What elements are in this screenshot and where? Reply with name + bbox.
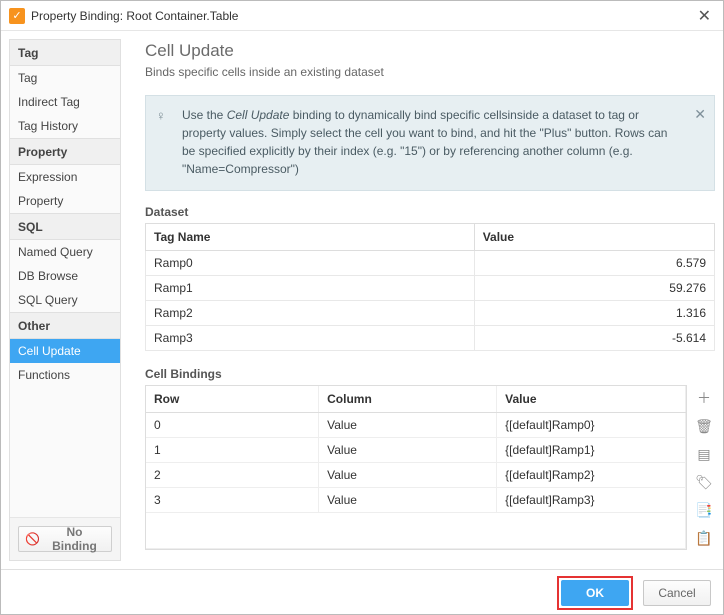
sidebar-group-property: Property [10,138,120,165]
dataset-header-value[interactable]: Value [474,224,714,251]
bindings-cell[interactable]: Value [319,463,497,488]
bindings-cell[interactable]: 3 [146,488,319,513]
add-icon[interactable]: ＋ [695,389,713,407]
bindings-cell[interactable]: {[default]Ramp1} [497,438,686,463]
table-row[interactable]: Ramp06.579 [146,251,715,276]
window-title: Property Binding: Root Container.Table [31,9,694,23]
table-row[interactable]: Ramp159.276 [146,276,715,301]
bindings-empty [146,513,686,549]
tip-text: Use the Cell Update binding to dynamical… [182,108,667,176]
sidebar-item-indirect-tag[interactable]: Indirect Tag [10,90,120,114]
dataset-header-name[interactable]: Tag Name [146,224,475,251]
dataset-cell[interactable]: 6.579 [474,251,714,276]
bindings-header-value[interactable]: Value [497,386,686,413]
tip-emphasis: Cell Update [227,108,290,122]
sidebar-item-tag[interactable]: Tag [10,66,120,90]
sidebar-group-other: Other [10,312,120,339]
sidebar-list: Tag Tag Indirect Tag Tag History Propert… [10,40,120,517]
footer: OK Cancel [1,569,723,615]
bindings-cell[interactable]: {[default]Ramp0} [497,413,686,438]
copy-icon[interactable]: 📑 [695,501,713,519]
paste-icon[interactable]: 📋 [695,529,713,547]
sidebar-item-db-browse[interactable]: DB Browse [10,264,120,288]
bindings-cell[interactable]: Value [319,413,497,438]
dataset-table: Tag Name Value Ramp06.579 Ramp159.276 Ra… [145,223,715,351]
table-row[interactable]: 3Value{[default]Ramp3} [146,488,686,513]
no-binding-button[interactable]: 🚫 No Binding [18,526,112,552]
sidebar-group-sql: SQL [10,213,120,240]
bindings-table-wrap: Row Column Value 0Value{[default]Ramp0} … [145,385,687,550]
table-row[interactable]: Ramp3-5.614 [146,326,715,351]
tip-prefix: Use the [182,108,227,122]
bindings-cell[interactable]: Value [319,488,497,513]
sidebar-item-property[interactable]: Property [10,189,120,213]
dataset-cell[interactable]: Ramp1 [146,276,475,301]
lightbulb-icon: ♀ [156,106,170,120]
bindings-cell[interactable]: {[default]Ramp3} [497,488,686,513]
sidebar-item-expression[interactable]: Expression [10,165,120,189]
app-icon: ✓ [9,8,25,24]
sidebar-item-tag-history[interactable]: Tag History [10,114,120,138]
content-area: Cell Update Binds specific cells inside … [121,39,715,561]
bindings-header-column[interactable]: Column [319,386,497,413]
sidebar-item-cell-update[interactable]: Cell Update [10,339,120,363]
dataset-cell[interactable]: -5.614 [474,326,714,351]
bindings-wrap: Row Column Value 0Value{[default]Ramp0} … [145,385,715,550]
dataset-label: Dataset [145,205,715,219]
sidebar-item-sql-query[interactable]: SQL Query [10,288,120,312]
bindings-cell[interactable]: 2 [146,463,319,488]
tip-close-icon[interactable]: ✕ [694,104,706,125]
no-binding-label: No Binding [44,525,105,553]
titlebar: ✓ Property Binding: Root Container.Table… [1,1,723,31]
dataset-cell[interactable]: Ramp2 [146,301,475,326]
table-row[interactable]: 1Value{[default]Ramp1} [146,438,686,463]
sidebar: Tag Tag Indirect Tag Tag History Propert… [9,39,121,561]
sidebar-item-functions[interactable]: Functions [10,363,120,387]
bindings-cell[interactable]: {[default]Ramp2} [497,463,686,488]
dataset-cell[interactable]: 1.316 [474,301,714,326]
sidebar-group-tag: Tag [10,40,120,66]
close-icon[interactable]: ✕ [694,6,715,26]
sidebar-item-named-query[interactable]: Named Query [10,240,120,264]
dataset-cell[interactable]: 59.276 [474,276,714,301]
main-area: Tag Tag Indirect Tag Tag History Propert… [1,31,723,569]
bindings-cell[interactable]: 0 [146,413,319,438]
ok-button[interactable]: OK [561,580,629,606]
tag-icon[interactable]: 🏷 [695,473,713,491]
cancel-button[interactable]: Cancel [643,580,711,606]
dataset-cell[interactable]: Ramp0 [146,251,475,276]
page-title: Cell Update [145,41,715,61]
bindings-label: Cell Bindings [145,367,715,381]
bindings-table: Row Column Value 0Value{[default]Ramp0} … [146,386,686,549]
ok-highlight: OK [557,576,633,610]
trash-icon[interactable]: 🗑 [695,417,713,435]
bindings-cell[interactable]: 1 [146,438,319,463]
page-subtitle: Binds specific cells inside an existing … [145,65,715,79]
bindings-side-buttons: ＋ 🗑 ▤ 🏷 📑 📋 [693,385,715,550]
dataset-cell[interactable]: Ramp3 [146,326,475,351]
sidebar-footer: 🚫 No Binding [10,517,120,560]
bindings-cell[interactable]: Value [319,438,497,463]
table-row-empty [146,513,686,549]
property-icon[interactable]: ▤ [695,445,713,463]
tip-box: ♀ ✕ Use the Cell Update binding to dynam… [145,95,715,191]
table-row[interactable]: Ramp21.316 [146,301,715,326]
no-binding-icon: 🚫 [25,532,40,546]
table-row[interactable]: 2Value{[default]Ramp2} [146,463,686,488]
table-row[interactable]: 0Value{[default]Ramp0} [146,413,686,438]
bindings-header-row[interactable]: Row [146,386,319,413]
